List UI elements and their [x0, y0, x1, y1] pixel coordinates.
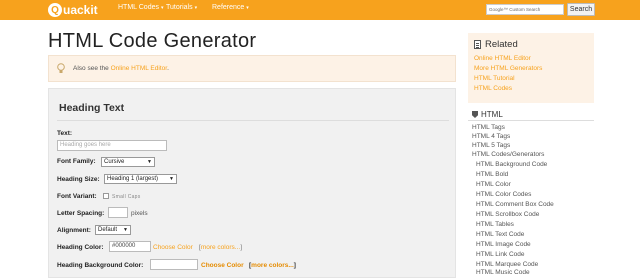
heading-bg-color-label: Heading Background Color: [57, 262, 144, 269]
info-prefix: Also see the [73, 65, 111, 72]
chevron-down-icon: ▼ [147, 159, 152, 165]
nav-label: HTML Codes [118, 4, 159, 11]
divider [468, 120, 594, 121]
logo-text: uackit [63, 3, 98, 17]
more-colors-text: more colors... [251, 262, 294, 269]
font-family-label: Font Family: [57, 158, 96, 165]
side-sublink[interactable]: HTML Bold [476, 171, 508, 178]
small-caps-label: Small Caps [112, 194, 141, 200]
quackit-logo[interactable]: Q uackit [48, 2, 98, 18]
caret-down-icon: ▾ [160, 5, 164, 11]
chevron-down-icon: ▼ [169, 176, 174, 182]
html-title-text: HTML [481, 110, 503, 119]
form-heading: Heading Text [59, 102, 125, 114]
letter-spacing-input[interactable] [108, 207, 128, 218]
html5-shield-icon [472, 111, 478, 118]
side-link-codes-generators[interactable]: HTML Codes/Generators [472, 151, 544, 158]
choose-bg-color-link[interactable]: Choose Color [201, 262, 244, 269]
side-sublink[interactable]: HTML Image Code [476, 241, 531, 248]
choose-color-link[interactable]: Choose Color [153, 244, 193, 251]
more-bg-colors-link[interactable]: [more colors...] [249, 262, 296, 269]
page-title: HTML Code Generator [48, 30, 257, 52]
pixels-unit: pixels [131, 210, 148, 217]
alignment-select[interactable]: Default ▼ [95, 225, 131, 235]
logo-mark-icon: Q [48, 3, 62, 17]
font-variant-label: Font Variant: [57, 193, 97, 200]
related-title-text: Related [485, 39, 518, 50]
more-colors-link[interactable]: [more colors...] [199, 244, 242, 251]
related-heading: Related [474, 39, 518, 50]
related-link-codes[interactable]: HTML Codes [474, 85, 512, 92]
side-sublink[interactable]: HTML Color [476, 181, 511, 188]
nav-tutorials[interactable]: Tutorials ▾ [166, 4, 197, 11]
related-panel: Related Online HTML Editor More HTML Gen… [468, 33, 594, 103]
caret-down-icon: ▾ [194, 5, 198, 11]
info-callout: Also see the Online HTML Editor. [48, 55, 456, 82]
side-sublink[interactable]: HTML Marquee Code [476, 261, 538, 268]
chevron-down-icon: ▼ [123, 227, 128, 233]
lightbulb-icon [57, 63, 65, 73]
document-icon [474, 40, 481, 49]
text-label: Text: [57, 130, 73, 137]
heading-color-input[interactable]: #000000 [109, 241, 151, 252]
select-value: Default [98, 227, 118, 233]
search-button[interactable]: Search [567, 3, 595, 16]
select-value: Heading 1 (largest) [107, 176, 159, 182]
html-section-heading: HTML [472, 110, 503, 119]
side-link-html5-tags[interactable]: HTML 5 Tags [472, 142, 510, 149]
search-input[interactable]: Google™ Custom Search [486, 4, 564, 15]
info-suffix: . [167, 65, 169, 72]
side-sublink[interactable]: HTML Color Codes [476, 191, 531, 198]
heading-size-select[interactable]: Heading 1 (largest) ▼ [104, 174, 177, 184]
related-link-tutorial[interactable]: HTML Tutorial [474, 75, 515, 82]
select-value: Cursive [104, 159, 125, 165]
related-link-online-editor[interactable]: Online HTML Editor [474, 55, 531, 62]
font-family-select[interactable]: Cursive ▼ [101, 157, 155, 167]
heading-color-label: Heading Color: [57, 244, 104, 251]
nav-html-codes[interactable]: HTML Codes ▾ [118, 4, 164, 11]
heading-size-label: Heading Size: [57, 176, 100, 183]
info-text: Also see the Online HTML Editor. [73, 65, 169, 72]
caret-down-icon: ▾ [246, 5, 249, 11]
side-sublink[interactable]: HTML Text Code [476, 231, 524, 238]
side-sublink[interactable]: HTML Comment Box Code [476, 201, 554, 208]
side-link-html4-tags[interactable]: HTML 4 Tags [472, 133, 510, 140]
side-link-html-tags[interactable]: HTML Tags [472, 124, 505, 131]
nav-label: Tutorials [166, 4, 193, 11]
heading-text-input[interactable]: Heading goes here [57, 140, 167, 151]
divider [57, 120, 449, 121]
side-sublink[interactable]: HTML Background Code [476, 161, 547, 168]
generator-form: Heading Text Text: Heading goes here Fon… [48, 88, 456, 278]
heading-bg-color-input[interactable] [150, 259, 198, 270]
side-sublink[interactable]: HTML Tables [476, 221, 514, 228]
letter-spacing-label: Letter Spacing: [57, 210, 105, 217]
nav-reference[interactable]: Reference ▾ [212, 4, 249, 11]
side-sublink[interactable]: HTML Link Code [476, 251, 525, 258]
alignment-label: Alignment: [57, 227, 91, 234]
small-caps-checkbox[interactable] [103, 193, 109, 199]
related-link-generators[interactable]: More HTML Generators [474, 65, 542, 72]
more-colors-text: more colors... [200, 244, 241, 251]
nav-label: Reference [212, 4, 245, 11]
online-editor-link[interactable]: Online HTML Editor [111, 65, 167, 72]
top-navbar: Q uackit HTML Codes ▾ Tutorials ▾ Referenc… [0, 0, 640, 20]
side-sublink[interactable]: HTML Scrollbox Code [476, 211, 539, 218]
